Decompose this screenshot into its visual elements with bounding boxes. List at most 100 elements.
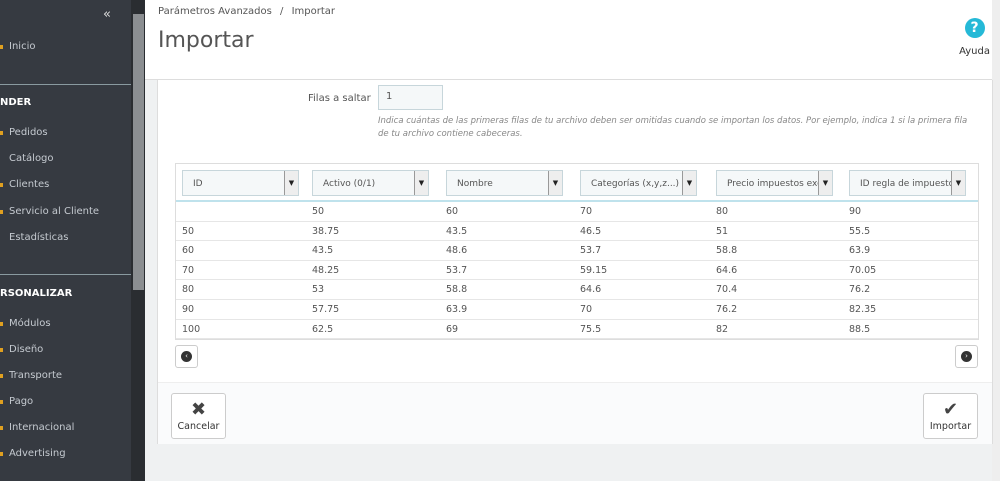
dropdown-arrow-icon: ▼: [951, 171, 965, 195]
section-heading: NDER: [0, 97, 32, 108]
table-cell: 90: [182, 303, 195, 315]
import-panel: Filas a saltar 1 Indica cuántas de las p…: [157, 80, 993, 444]
chevron-left-icon: ‹: [181, 350, 192, 362]
skip-rows-hint: Indica cuántas de las primeras filas de …: [378, 116, 968, 139]
table-cell: 70: [580, 206, 593, 217]
sidebar-item-label: Pago: [9, 396, 34, 407]
column-select-value: Nombre: [457, 179, 493, 189]
column-select-value: Categorías (x,y,z...): [591, 179, 680, 189]
table-cell: 48.25: [312, 264, 340, 276]
table-cell: 82.35: [849, 303, 877, 315]
dropdown-arrow-icon: ▼: [414, 171, 428, 195]
table-cell: 48.6: [446, 245, 468, 257]
help-button[interactable]: ? Ayuda: [959, 18, 990, 57]
collapse-sidebar-icon[interactable]: «: [103, 7, 111, 22]
column-select[interactable]: Activo (0/1) ▼: [312, 170, 429, 196]
table-cell: 38.75: [312, 225, 340, 237]
import-preview-table: ID ▼ Activo (0/1) ▼ Nombre ▼ Categorías (x,y,z…: [175, 163, 979, 340]
table-cell: 58.8: [716, 245, 738, 257]
sidebar-scrollbar-thumb[interactable]: [133, 14, 144, 290]
sidebar-item-label: Inicio: [9, 41, 36, 52]
cancel-button[interactable]: ✖ Cancelar: [171, 393, 226, 439]
sidebar-item-label: Diseño: [9, 344, 44, 355]
import-button[interactable]: ✔ Importar: [923, 393, 978, 439]
sidebar-item-label: Módulos: [9, 318, 51, 329]
page-header: Parámetros Avanzados / Importar Importar…: [145, 0, 1000, 80]
sidebar-item-label: Transporte: [9, 370, 63, 381]
section-heading: RSONALIZAR: [0, 288, 73, 299]
table-cell: 75.5: [580, 323, 602, 335]
scroll-right-button[interactable]: ›: [955, 345, 978, 368]
column-select[interactable]: Categorías (x,y,z...) ▼: [580, 170, 697, 196]
sidebar-item-catalogo[interactable]: Catálogo: [0, 149, 131, 169]
column-select-value: ID regla de impuestos: [860, 179, 959, 189]
dropdown-arrow-icon: ▼: [682, 171, 696, 195]
table-cell: 64.6: [580, 284, 602, 296]
sidebar-item-diseno[interactable]: Diseño: [0, 340, 131, 360]
table-cell: 70: [580, 303, 593, 315]
sidebar-item-label: Servicio al Cliente: [9, 206, 100, 217]
sidebar-item-modulos[interactable]: Módulos: [0, 314, 131, 334]
sidebar-item-internacional[interactable]: Internacional: [0, 418, 131, 438]
table-row: 50 60 70 80 90: [176, 202, 978, 222]
sidebar-item-label: Internacional: [9, 422, 75, 433]
table-row: 90 57.75 63.9 70 76.2 82.35: [176, 300, 978, 320]
table-cell: 90: [849, 206, 862, 217]
sidebar-item-label: Clientes: [9, 179, 50, 190]
table-cell: 58.8: [446, 284, 468, 296]
table-cell: 69: [446, 323, 459, 335]
table-cell: 80: [716, 206, 729, 217]
scroll-left-button[interactable]: ‹: [175, 345, 198, 368]
help-label: Ayuda: [959, 46, 990, 57]
table-cell: 46.5: [580, 225, 602, 237]
breadcrumb-link[interactable]: Parámetros Avanzados: [158, 6, 272, 17]
divider: [0, 274, 131, 275]
table-row: 60 43.5 48.6 53.7 58.8 63.9: [176, 241, 978, 261]
column-select[interactable]: Nombre ▼: [446, 170, 563, 196]
table-row: 100 62.5 69 75.5 82 88.5: [176, 320, 978, 339]
table-cell: 63.9: [446, 303, 468, 315]
table-cell: 53.7: [580, 245, 602, 257]
table-cell: 88.5: [849, 323, 871, 335]
dropdown-arrow-icon: ▼: [284, 171, 298, 195]
table-cell: 60: [182, 245, 195, 257]
breadcrumb-current: Importar: [291, 6, 336, 17]
sidebar-item-label: Pedidos: [9, 127, 48, 138]
skip-rows-input[interactable]: 1: [378, 85, 443, 110]
table-cell: 57.75: [312, 303, 340, 315]
table-cell: 50: [312, 206, 325, 217]
table-cell: 60: [446, 206, 459, 217]
column-select-value: ID: [193, 179, 203, 189]
panel-footer: ✖ Cancelar ✔ Importar: [158, 382, 992, 444]
sidebar-item-advertising[interactable]: Advertising: [0, 444, 131, 464]
page-scrollbar[interactable]: [992, 0, 1000, 481]
column-select[interactable]: Precio impuestos excluidos▼: [716, 170, 833, 196]
table-cell: 76.2: [849, 284, 871, 296]
table-row: 80 53 58.8 64.6 70.4 76.2: [176, 280, 978, 300]
dropdown-arrow-icon: ▼: [548, 171, 562, 195]
chevron-right-icon: ›: [961, 350, 972, 362]
divider: [0, 84, 131, 85]
check-icon: ✔: [942, 399, 959, 420]
close-icon: ✖: [190, 399, 207, 420]
sidebar-item-clientes[interactable]: Clientes: [0, 175, 131, 195]
table-cell: 50: [182, 225, 195, 237]
table-cell: 70.05: [849, 264, 877, 276]
sidebar-item-estadisticas[interactable]: Estadísticas: [0, 228, 131, 248]
table-cell: 51: [716, 225, 729, 237]
sidebar-item-transporte[interactable]: Transporte: [0, 366, 131, 386]
table-cell: 55.5: [849, 225, 871, 237]
page-title: Importar: [158, 28, 254, 53]
table-cell: 53.7: [446, 264, 468, 276]
sidebar-item-inicio[interactable]: Inicio: [0, 37, 131, 57]
skip-rows-label: Filas a saltar: [308, 93, 371, 104]
sidebar-item-pedidos[interactable]: Pedidos: [0, 123, 131, 143]
import-label: Importar: [929, 421, 972, 432]
sidebar-item-pago[interactable]: Pago: [0, 392, 131, 412]
table-cell: 64.6: [716, 264, 738, 276]
help-icon: ?: [964, 18, 985, 38]
column-select[interactable]: ID regla de impuestos ▼: [849, 170, 966, 196]
column-select[interactable]: ID ▼: [182, 170, 299, 196]
cancel-label: Cancelar: [177, 421, 220, 432]
sidebar-item-servicio[interactable]: Servicio al Cliente: [0, 202, 131, 222]
